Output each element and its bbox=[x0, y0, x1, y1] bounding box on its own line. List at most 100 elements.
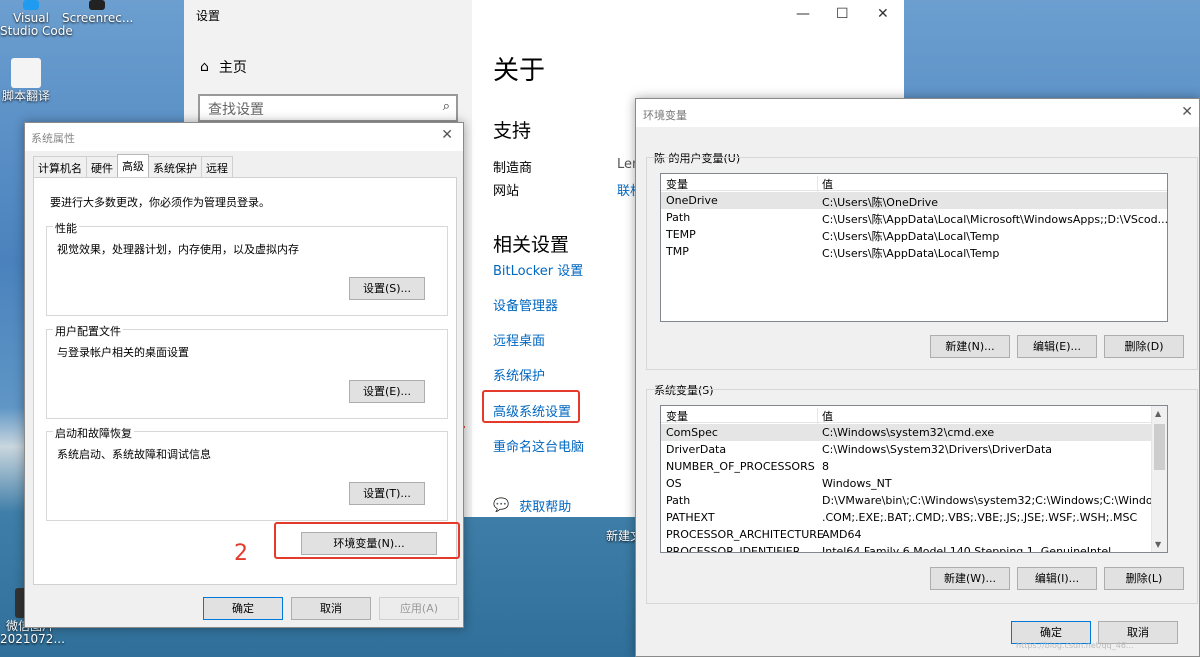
variable-value: Intel64 Family 6 Model 140 Stepping 1, G… bbox=[822, 545, 1112, 553]
dialog-title-bar: 系统属性 ✕ bbox=[25, 123, 463, 151]
help-icon: 💬 bbox=[493, 498, 510, 513]
close-icon[interactable]: ✕ bbox=[1181, 104, 1193, 120]
scroll-thumb[interactable] bbox=[1154, 424, 1165, 470]
link-remote-desktop[interactable]: 远程桌面 bbox=[493, 330, 545, 349]
variable-name: PATHEXT bbox=[666, 511, 715, 524]
scroll-down-icon[interactable]: ▼ bbox=[1155, 540, 1161, 549]
tab-advanced[interactable]: 高级 bbox=[117, 154, 149, 178]
variable-name: OS bbox=[666, 477, 682, 490]
variable-value: C:\Users\陈\OneDrive bbox=[822, 196, 939, 209]
group-description: 视觉效果，处理器计划，内存使用，以及虚拟内存 bbox=[57, 243, 299, 256]
user-variables-list[interactable]: 变量 值 OneDrive C:\Users\陈\OneDrive Path C:\… bbox=[660, 173, 1168, 322]
dialog-title: 系统属性 bbox=[31, 132, 75, 145]
close-icon[interactable]: ✕ bbox=[441, 127, 453, 143]
table-row[interactable]: PROCESSOR_ARCHITECTURE AMD64 bbox=[661, 526, 1167, 543]
table-row[interactable]: TEMP C:\Users\陈\AppData\Local\Temp bbox=[661, 226, 1167, 243]
variable-name: PROCESSOR_ARCHITECTURE bbox=[666, 528, 824, 541]
scroll-up-icon[interactable]: ▲ bbox=[1155, 409, 1161, 418]
user-new-button[interactable]: 新建(N)... bbox=[930, 335, 1010, 358]
nav-home-label: 主页 bbox=[218, 60, 247, 76]
variable-value: C:\Users\陈\AppData\Local\Temp bbox=[822, 247, 1000, 260]
table-row[interactable]: PATHEXT .COM;.EXE;.BAT;.CMD;.VBS;.VBE;.JS… bbox=[661, 509, 1167, 526]
table-row[interactable]: PROCESSOR_IDENTIFIER Intel64 Family 6 Mod… bbox=[661, 543, 1167, 553]
link-rename-pc[interactable]: 重命名这台电脑 bbox=[493, 436, 584, 455]
variable-value: C:\Windows\system32\cmd.exe bbox=[822, 426, 995, 439]
column-divider[interactable] bbox=[817, 408, 818, 425]
table-row[interactable]: DriverData C:\Windows\System32\Drivers\Dr… bbox=[661, 441, 1167, 458]
highlight-box-env-button bbox=[274, 522, 460, 559]
help-row[interactable]: 💬 获取帮助 bbox=[493, 496, 571, 515]
tab-hardware[interactable]: 硬件 bbox=[86, 156, 118, 178]
user-delete-button[interactable]: 删除(D) bbox=[1104, 335, 1184, 358]
group-legend: 性能 bbox=[53, 220, 79, 236]
close-button[interactable]: ✕ bbox=[877, 6, 889, 22]
table-row[interactable]: ComSpec C:\Windows\system32\cmd.exe bbox=[661, 424, 1167, 441]
tab-computer-name[interactable]: 计算机名 bbox=[33, 156, 87, 178]
list-header: 变量 值 bbox=[661, 174, 1167, 193]
column-header-value[interactable]: 值 bbox=[822, 408, 833, 424]
system-delete-button[interactable]: 删除(L) bbox=[1104, 567, 1184, 590]
system-variables-list[interactable]: 变量 值 ComSpec C:\Windows\system32\cmd.exe … bbox=[660, 405, 1168, 553]
desktop-icon-label: Screenrec... bbox=[62, 11, 134, 25]
variable-value: Windows_NT bbox=[822, 477, 892, 490]
list-header: 变量 值 bbox=[661, 406, 1167, 425]
group-description: 系统启动、系统故障和调试信息 bbox=[57, 448, 211, 461]
desktop-icon-script[interactable]: 脚本翻译 bbox=[0, 58, 52, 103]
link-device-manager[interactable]: 设备管理器 bbox=[493, 295, 558, 314]
vertical-scrollbar[interactable]: ▲ ▼ bbox=[1151, 406, 1167, 552]
variable-name: PROCESSOR_IDENTIFIER bbox=[666, 545, 801, 553]
search-icon: ⌕ bbox=[442, 99, 450, 114]
tab-remote[interactable]: 远程 bbox=[201, 156, 233, 178]
system-new-button[interactable]: 新建(W)... bbox=[930, 567, 1010, 590]
link-get-help: 获取帮助 bbox=[519, 500, 572, 515]
apply-button[interactable]: 应用(A) bbox=[379, 597, 459, 620]
variable-value: 8 bbox=[822, 460, 829, 473]
table-row[interactable]: Path D:\VMware\bin\;C:\Windows\system32;C… bbox=[661, 492, 1167, 509]
column-divider[interactable] bbox=[817, 176, 818, 193]
vscode-icon bbox=[23, 0, 39, 10]
system-edit-button[interactable]: 编辑(I)... bbox=[1017, 567, 1097, 590]
user-profiles-group: 用户配置文件 与登录帐户相关的桌面设置 设置(E)... bbox=[46, 323, 448, 419]
dialog-title-bar: 环境变量 ✕ bbox=[636, 99, 1199, 127]
table-row[interactable]: NUMBER_OF_PROCESSORS 8 bbox=[661, 458, 1167, 475]
user-profiles-settings-button[interactable]: 设置(E)... bbox=[349, 380, 425, 403]
link-system-protection[interactable]: 系统保护 bbox=[493, 365, 545, 384]
user-edit-button[interactable]: 编辑(E)... bbox=[1017, 335, 1097, 358]
column-header-variable[interactable]: 变量 bbox=[666, 408, 688, 424]
tab-system-protection[interactable]: 系统保护 bbox=[148, 156, 202, 178]
watermark-text: https://blog.csdn.net/qq_46... bbox=[1016, 641, 1134, 650]
admin-notice: 要进行大多数更改，你必须作为管理员登录。 bbox=[50, 196, 270, 209]
window-title: 设置 bbox=[196, 9, 221, 23]
variable-value: .COM;.EXE;.BAT;.CMD;.VBS;.VBE;.JS;.JSE;.… bbox=[822, 511, 1138, 524]
variable-name: Path bbox=[666, 494, 691, 507]
table-row[interactable]: TMP C:\Users\陈\AppData\Local\Temp bbox=[661, 243, 1167, 260]
desktop-icon-label: 脚本翻译 bbox=[1, 89, 50, 103]
nav-home[interactable]: ⌂ 主页 bbox=[200, 57, 247, 77]
manufacturer-label: 制造商 bbox=[493, 161, 533, 176]
desktop-icon-screenrec[interactable]: Screenrec... bbox=[62, 0, 134, 25]
performance-settings-button[interactable]: 设置(S)... bbox=[349, 277, 425, 300]
settings-search-input[interactable]: 查找设置 ⌕ bbox=[198, 94, 458, 122]
tab-strip: 计算机名 硬件 高级 系统保护 远程 bbox=[33, 154, 233, 178]
group-legend: 启动和故障恢复 bbox=[53, 425, 134, 441]
group-legend: 用户配置文件 bbox=[53, 323, 123, 339]
step-2-annotation: 2 bbox=[234, 541, 248, 566]
ok-button[interactable]: 确定 bbox=[203, 597, 283, 620]
cancel-button[interactable]: 取消 bbox=[291, 597, 371, 620]
website-label: 网站 bbox=[493, 184, 520, 199]
support-heading: 支持 bbox=[493, 120, 532, 142]
table-row[interactable]: OS Windows_NT bbox=[661, 475, 1167, 492]
variable-value: C:\Windows\System32\Drivers\DriverData bbox=[822, 443, 1053, 456]
startup-recovery-settings-button[interactable]: 设置(T)... bbox=[349, 482, 425, 505]
highlight-box-advanced bbox=[482, 390, 580, 423]
table-row[interactable]: Path C:\Users\陈\AppData\Local\Microsoft\W… bbox=[661, 209, 1167, 226]
link-bitlocker[interactable]: BitLocker 设置 bbox=[493, 260, 583, 279]
variable-name: Path bbox=[666, 211, 691, 224]
variable-value: C:\Users\陈\AppData\Local\Temp bbox=[822, 230, 1000, 243]
column-header-variable[interactable]: 变量 bbox=[666, 176, 688, 192]
minimize-button[interactable]: — bbox=[796, 6, 810, 22]
table-row[interactable]: OneDrive C:\Users\陈\OneDrive bbox=[661, 192, 1167, 209]
column-header-value[interactable]: 值 bbox=[822, 176, 833, 192]
maximize-button[interactable]: ☐ bbox=[836, 6, 849, 22]
desktop-icon-vscode[interactable]: Visual Studio Code bbox=[0, 0, 73, 38]
